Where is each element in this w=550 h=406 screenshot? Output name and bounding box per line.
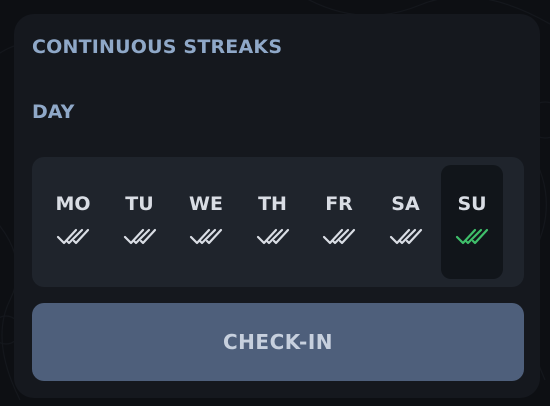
double-check-icon — [189, 228, 223, 245]
day-label: WE — [189, 193, 223, 215]
day-label: FR — [325, 193, 353, 215]
day-we: WE — [175, 165, 237, 279]
day-label: SA — [391, 193, 420, 215]
streaks-card: CONTINUOUS STREAKS DAY MO TU WE TH FR SA SU CH… — [14, 14, 540, 398]
day-fr: FR — [308, 165, 370, 279]
day-mo: MO — [42, 165, 104, 279]
card-title: CONTINUOUS STREAKS — [32, 36, 283, 58]
day-label: TH — [258, 193, 287, 215]
double-check-icon — [322, 228, 356, 245]
day-su: SU — [441, 165, 503, 279]
day-label: MO — [55, 193, 91, 215]
check-in-button[interactable]: CHECK-IN — [32, 303, 524, 381]
double-check-icon — [56, 228, 90, 245]
streak-period-label: DAY — [32, 101, 75, 123]
double-check-icon — [123, 228, 156, 245]
double-check-icon — [455, 228, 489, 245]
day-sa: SA — [375, 165, 437, 279]
day-tu: TU — [109, 165, 171, 279]
week-days-panel: MO TU WE TH FR SA SU — [32, 157, 524, 287]
double-check-icon — [389, 228, 422, 245]
day-th: TH — [242, 165, 304, 279]
double-check-icon — [256, 228, 289, 245]
day-label: TU — [125, 193, 154, 215]
day-label: SU — [457, 193, 487, 215]
